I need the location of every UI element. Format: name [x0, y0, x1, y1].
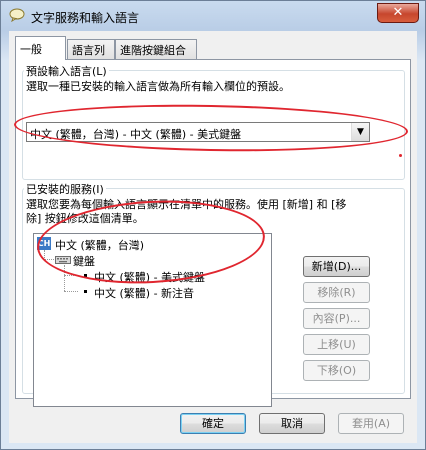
move-down-button[interactable]: 下移(O): [303, 360, 370, 381]
speech-bubble-icon: [9, 8, 25, 22]
remove-button[interactable]: 移除(R): [303, 282, 370, 303]
tab-general-label: 一般: [20, 43, 42, 56]
tab-advanced-label: 進階按鍵組合: [120, 44, 186, 57]
tree-service-item[interactable]: 中文 (繁體) - 新注音: [94, 285, 194, 301]
default-language-group-label: 預設輸入語言(L): [24, 63, 109, 79]
installed-services-group-label: 已安裝的服務(I): [24, 181, 106, 197]
list-item-bullet: [84, 290, 87, 293]
annotation-dot: [399, 154, 402, 157]
tab-general[interactable]: 一般: [15, 36, 66, 60]
tree-connector: [64, 291, 78, 292]
move-up-button[interactable]: 上移(U): [303, 334, 370, 355]
default-language-description: 選取一種已安裝的輸入語言做為所有輸入欄位的預設。: [26, 80, 290, 93]
cancel-button[interactable]: 取消: [259, 413, 325, 434]
window-title: 文字服務和輸入語言: [31, 11, 140, 25]
title-bar[interactable]: 文字服務和輸入語言 ✕: [1, 1, 425, 31]
apply-button[interactable]: 套用(A): [338, 413, 404, 434]
dialog-window: 文字服務和輸入語言 ✕ 一般 語言列 進階按鍵組合 預設輸入語言(L) 選取一種…: [0, 0, 426, 450]
tab-language-bar[interactable]: 語言列: [67, 39, 115, 59]
tab-language-bar-label: 語言列: [72, 44, 105, 57]
properties-button[interactable]: 內容(P)...: [303, 308, 370, 329]
add-button[interactable]: 新增(D)...: [303, 256, 370, 277]
close-button[interactable]: ✕: [377, 3, 419, 23]
close-icon: ✕: [392, 5, 404, 20]
tab-advanced-key-settings[interactable]: 進階按鍵組合: [115, 39, 197, 59]
ok-button[interactable]: 確定: [180, 413, 246, 434]
